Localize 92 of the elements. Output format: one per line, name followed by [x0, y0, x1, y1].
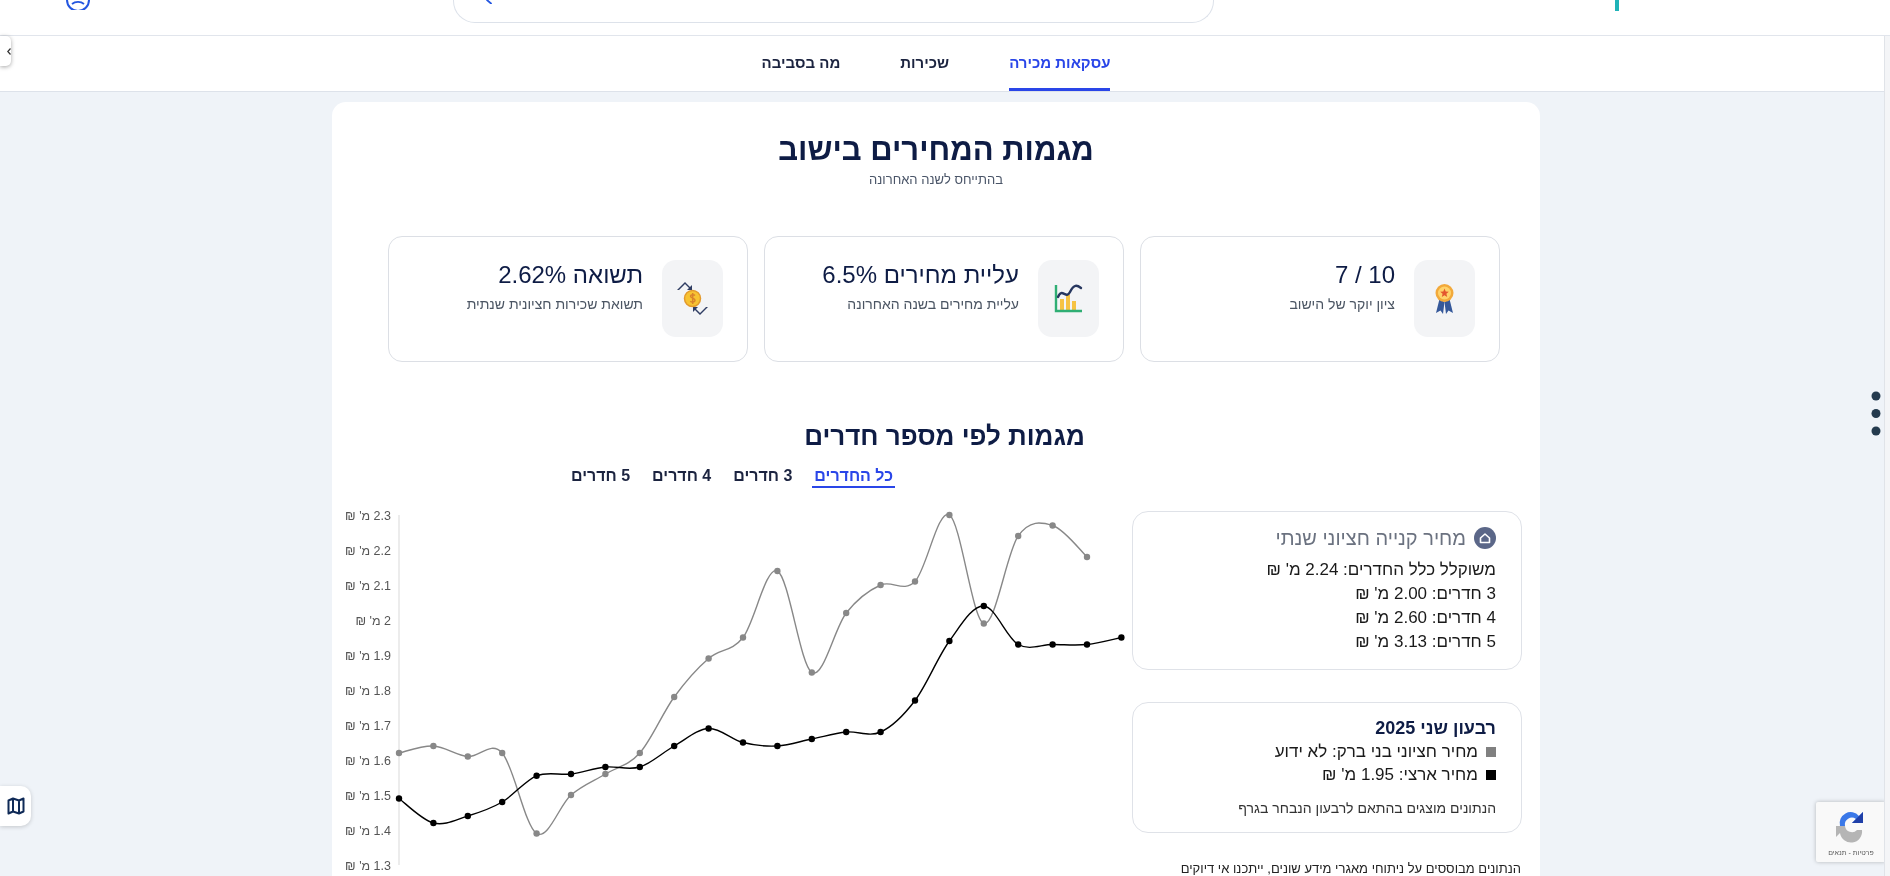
coin-exchange-icon: [662, 260, 723, 337]
section-tab[interactable]: מה בסביבה: [761, 36, 841, 91]
y-axis-label: 1.6 מ' ₪: [345, 753, 391, 768]
data-point: [533, 830, 540, 837]
median-price-title: מחיר קנייה חציוני שנתי: [1275, 527, 1466, 549]
data-point: [395, 749, 403, 757]
logo-bar-icon: [1615, 0, 1619, 11]
data-point: [877, 581, 884, 589]
legend-label: מחיר ארצי: 1.95 מ' ₪: [1322, 764, 1478, 786]
data-point: [671, 693, 678, 701]
data-point: [567, 770, 575, 778]
data-point: [980, 602, 987, 610]
rooms-tab[interactable]: 5 חדרים: [568, 466, 633, 488]
chart-growth-icon: [1038, 260, 1099, 337]
median-price-line: 4 חדרים: 2.60 מ' ₪: [1354, 607, 1496, 629]
y-axis-label: 1.9 מ' ₪: [345, 648, 391, 663]
data-point: [946, 511, 953, 519]
data-point: [430, 819, 437, 827]
award-ribbon-icon: [1414, 260, 1475, 337]
data-point: [1015, 532, 1022, 540]
stat-label: תשואת שכירות חציונית שנתית: [466, 295, 643, 313]
data-point: [464, 812, 471, 820]
data-point: [877, 728, 884, 736]
data-point: [980, 620, 987, 627]
data-point: [464, 753, 471, 760]
stat-value: עליית מחירים 6.5%: [822, 261, 1019, 289]
data-point: [946, 637, 953, 645]
page-subtitle: בהתייחס לשנה האחרונה: [868, 172, 1004, 188]
data-point: [499, 798, 506, 806]
median-price-line: משוקלל כלל החדרים: 2.24 מ' ₪: [1265, 559, 1496, 581]
y-axis-label: 2.2 מ' ₪: [345, 543, 391, 558]
side-panel-handle[interactable]: [0, 36, 11, 66]
data-point: [1049, 522, 1056, 529]
more-options-icon[interactable]: [1871, 391, 1881, 436]
data-point: [636, 749, 643, 757]
data-point: [636, 763, 643, 771]
page-title: מגמות המחירים בישוב: [777, 131, 1095, 168]
y-axis-label: 2 מ' ₪: [355, 613, 391, 628]
data-point: [705, 725, 712, 732]
data-point: [739, 739, 747, 746]
disclaimer-text: הנתונים מבוססים על ניתוחי מאגרי מידע שונים, ייתכנו אי דיוקים: [1179, 861, 1522, 876]
y-axis-label: 2.1 מ' ₪: [345, 578, 391, 593]
median-price-line: 3 חדרים: 2.00 מ' ₪: [1354, 583, 1496, 605]
data-point: [843, 609, 850, 617]
y-axis-label: 1.3 מ' ₪: [345, 858, 391, 873]
data-point: [1083, 553, 1091, 561]
data-point: [808, 669, 815, 676]
stat-value: תשואה 2.62%: [497, 261, 643, 289]
median-price-line: 5 חדרים: 3.13 מ' ₪: [1354, 631, 1496, 653]
data-point: [739, 634, 747, 641]
y-axis-label: 2.3 מ' ₪: [345, 508, 391, 523]
map-button[interactable]: [0, 786, 31, 826]
y-axis-label: 1.5 מ' ₪: [345, 788, 391, 803]
data-point: [774, 567, 781, 575]
rooms-tab[interactable]: 3 חדרים: [731, 466, 795, 488]
section-tab[interactable]: עסקאות מכירה: [1009, 36, 1111, 91]
data-point: [1118, 634, 1125, 641]
data-point: [1015, 641, 1022, 648]
section-title: מגמות לפי מספר חדרים: [803, 421, 1086, 452]
data-point: [774, 742, 781, 750]
search-icon: [486, 0, 493, 4]
y-axis-label: 1.7 מ' ₪: [345, 718, 391, 733]
data-point: [430, 742, 437, 750]
data-point: [1083, 641, 1091, 648]
data-point: [911, 697, 919, 704]
data-point: [567, 791, 575, 799]
section-tab[interactable]: שכירות: [900, 36, 950, 91]
quarter-title: רבעון שני 2025: [1374, 717, 1496, 740]
y-axis-label: 1.4 מ' ₪: [345, 823, 391, 838]
data-point: [705, 655, 712, 662]
y-axis-label: 1.8 מ' ₪: [345, 683, 391, 698]
map-icon: [6, 797, 25, 815]
search-field[interactable]: [453, 0, 1214, 23]
stat-label: ציון יוקר של הישוב: [1289, 295, 1395, 313]
data-point: [911, 578, 919, 585]
data-point: [499, 749, 506, 757]
legend-label: מחיר חציוני בני ברק: לא ידוע: [1274, 741, 1478, 763]
scrollbar-track[interactable]: [1884, 36, 1890, 876]
data-point: [395, 795, 403, 802]
data-point: [671, 742, 678, 750]
data-point: [533, 772, 540, 779]
data-point: [808, 735, 815, 743]
data-point: [843, 728, 850, 736]
stat-value: 7 / 10: [1333, 261, 1395, 289]
data-point: [1049, 641, 1056, 648]
chevron-icon: [7, 47, 11, 55]
stat-label: עליית מחירים בשנה האחרונה: [846, 295, 1019, 313]
home-icon: [1474, 527, 1496, 549]
rooms-tab[interactable]: 4 חדרים: [650, 466, 714, 488]
user-icon[interactable]: [66, 0, 90, 10]
quarter-note: הנתונים מוצגים בהתאם לרבעון הנבחר בגרף: [1237, 799, 1496, 818]
rooms-tab[interactable]: כל החדרים: [812, 466, 896, 488]
